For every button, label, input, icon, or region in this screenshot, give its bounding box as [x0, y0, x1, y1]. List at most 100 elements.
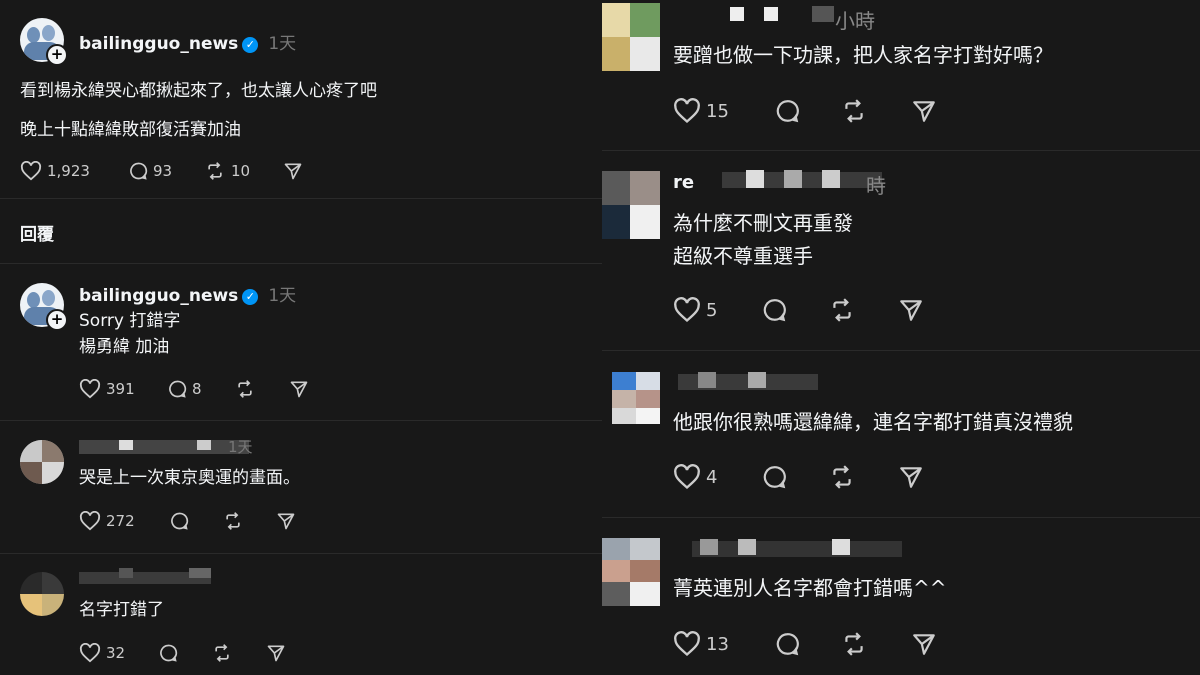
like-button[interactable]: 272 — [79, 511, 135, 531]
like-button[interactable]: 1,923 — [20, 161, 90, 181]
timestamp: 小時 — [835, 9, 875, 33]
username[interactable]: bailingguo_news — [79, 286, 238, 306]
like-count: 1,923 — [47, 162, 90, 180]
repost-count: 10 — [231, 162, 251, 180]
like-count: 32 — [106, 644, 126, 662]
follow-plus-icon[interactable]: + — [46, 44, 68, 66]
comment-icon — [776, 100, 799, 123]
share-button[interactable] — [898, 464, 924, 490]
post-text-line2: 晚上十點緯緯敗部復活賽加油 — [20, 120, 241, 140]
like-button[interactable]: 13 — [673, 631, 729, 657]
send-icon — [900, 300, 922, 321]
share-button[interactable] — [276, 511, 296, 531]
repost-icon — [226, 512, 240, 530]
username-blurred[interactable] — [79, 440, 249, 454]
repost-icon — [833, 465, 851, 489]
left-thread-panel: + bailingguo_news ✓ 1天 看到楊永緯哭心都揪起來了，也太讓人心疼… — [0, 0, 602, 675]
comment-count: 8 — [192, 380, 202, 398]
avatar[interactable] — [20, 440, 64, 484]
repost-button[interactable] — [828, 297, 856, 323]
comment-icon — [171, 512, 189, 530]
comment-button[interactable] — [774, 98, 800, 124]
repost-button[interactable]: 10 — [204, 161, 250, 181]
reply-text: 哭是上一次東京奧運的畫面。 — [79, 468, 300, 488]
reply-header: bailingguo_news ✓ 1天 — [79, 281, 296, 306]
heart-icon — [79, 379, 101, 399]
send-icon — [900, 467, 922, 488]
like-count: 5 — [706, 299, 718, 321]
like-button[interactable]: 5 — [673, 297, 717, 323]
send-icon — [290, 381, 308, 398]
share-button[interactable] — [911, 98, 937, 124]
like-button[interactable]: 32 — [79, 643, 125, 663]
comment-icon — [130, 162, 148, 180]
avatar[interactable] — [602, 171, 660, 239]
repost-icon — [215, 644, 229, 662]
repost-button[interactable] — [234, 379, 256, 399]
repost-button[interactable] — [222, 511, 244, 531]
verified-badge-icon: ✓ — [242, 288, 259, 305]
repost-icon — [833, 298, 851, 322]
avatar[interactable] — [602, 3, 660, 71]
send-icon — [267, 645, 285, 662]
like-button[interactable]: 4 — [673, 464, 717, 490]
verified-badge-icon: ✓ — [242, 36, 259, 53]
reply-text-line2: 楊勇緯 加油 — [79, 337, 170, 357]
comment-text: 要蹭也做一下功課，把人家名字打對好嗎？ — [673, 43, 1053, 67]
comment-button[interactable] — [169, 511, 189, 531]
comment-button[interactable] — [761, 297, 787, 323]
like-count: 15 — [706, 100, 729, 122]
username-blurred[interactable] — [692, 539, 902, 559]
avatar[interactable] — [20, 572, 64, 616]
share-button[interactable] — [911, 631, 937, 657]
send-icon — [913, 634, 935, 655]
replies-label[interactable]: 回覆 — [20, 220, 54, 245]
timestamp: 1天 — [268, 34, 297, 54]
username-blurred[interactable] — [678, 372, 818, 392]
username-blurred[interactable] — [79, 568, 211, 590]
comment-icon — [763, 466, 786, 489]
repost-button[interactable] — [211, 643, 233, 663]
comment-icon — [763, 299, 786, 322]
comment-button[interactable]: 8 — [167, 379, 202, 399]
repost-button[interactable] — [828, 464, 856, 490]
comment-button[interactable] — [158, 643, 178, 663]
repost-button[interactable] — [840, 98, 868, 124]
comment-text: 他跟你很熟嗎還緯緯，連名字都打錯真沒禮貌 — [673, 410, 1073, 434]
repost-button[interactable] — [840, 631, 868, 657]
post-text-line1: 看到楊永緯哭心都揪起來了，也太讓人心疼了吧 — [20, 81, 377, 101]
post-header: bailingguo_news ✓ 1天 — [79, 29, 296, 54]
comment-text-line2: 超級不尊重選手 — [673, 244, 813, 268]
like-button[interactable]: 15 — [673, 98, 729, 124]
timestamp: 1天 — [228, 438, 253, 456]
heart-icon — [674, 98, 700, 124]
username[interactable]: bailingguo_news — [79, 34, 238, 54]
repost-icon — [845, 632, 863, 656]
comment-button[interactable] — [761, 464, 787, 490]
heart-icon — [674, 631, 700, 657]
share-button[interactable] — [289, 379, 309, 399]
share-button[interactable] — [898, 297, 924, 323]
comment-count: 93 — [153, 162, 173, 180]
heart-icon — [674, 297, 700, 323]
repost-icon — [845, 99, 863, 123]
avatar[interactable] — [612, 372, 660, 424]
username-blurred[interactable] — [722, 170, 882, 190]
like-count: 272 — [106, 512, 135, 530]
send-icon — [913, 101, 935, 122]
reply-text-line1: Sorry 打錯字 — [79, 311, 181, 331]
timestamp: 時 — [866, 174, 886, 198]
follow-plus-icon[interactable]: + — [46, 309, 68, 331]
like-button[interactable]: 391 — [79, 379, 135, 399]
comment-button[interactable]: 93 — [128, 161, 172, 181]
avatar[interactable] — [602, 538, 660, 606]
send-icon — [284, 163, 302, 180]
share-button[interactable] — [283, 161, 303, 181]
share-button[interactable] — [266, 643, 286, 663]
comment-button[interactable] — [774, 631, 800, 657]
username-blurred[interactable] — [724, 7, 780, 21]
like-count: 4 — [706, 466, 718, 488]
heart-icon — [674, 464, 700, 490]
username-prefix[interactable]: re — [673, 172, 694, 193]
comment-icon — [776, 633, 799, 656]
